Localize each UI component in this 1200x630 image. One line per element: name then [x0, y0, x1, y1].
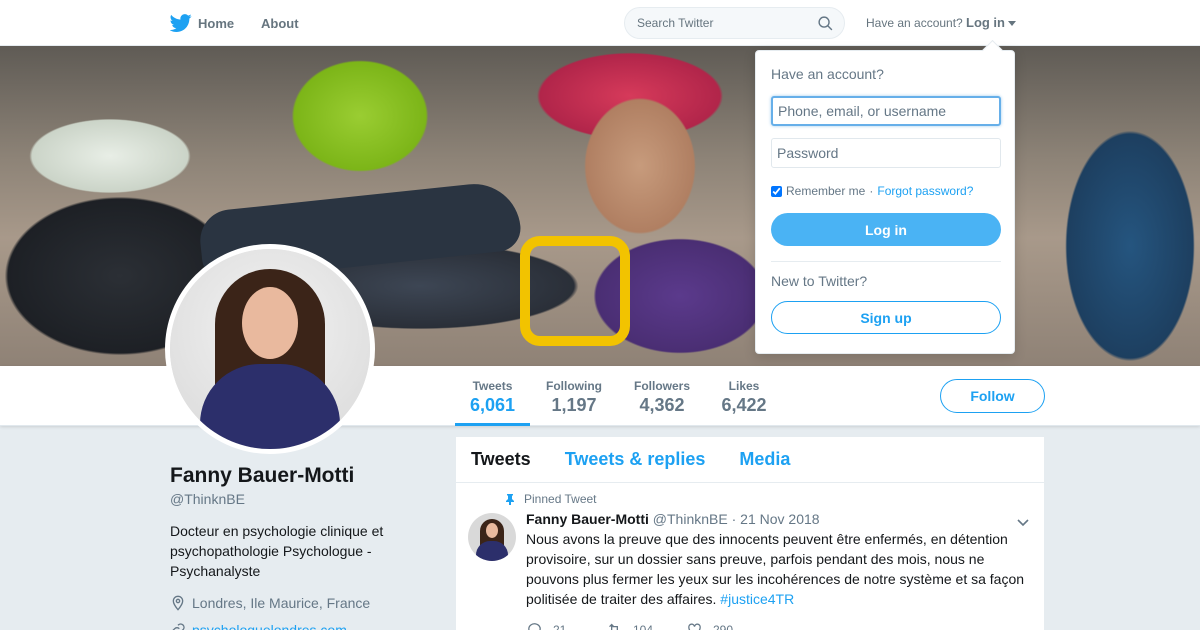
- location-pin-icon: [172, 595, 184, 611]
- tweet-avatar-face: [486, 523, 498, 538]
- profile-location: Londres, Ile Maurice, France: [170, 595, 370, 611]
- link-icon: [172, 623, 185, 630]
- signup-button[interactable]: Sign up: [771, 301, 1001, 334]
- search-box: [624, 7, 845, 39]
- stat-likes-label: Likes: [728, 379, 760, 393]
- stat-tweets-label: Tweets: [472, 379, 513, 393]
- login-link-label: Log in: [966, 15, 1005, 30]
- login-button[interactable]: Log in: [771, 213, 1001, 246]
- retweet-count: 104: [633, 622, 654, 630]
- chevron-down-icon[interactable]: [1016, 515, 1030, 529]
- username-field[interactable]: [771, 96, 1001, 126]
- like-action[interactable]: 290: [686, 621, 766, 630]
- tweet-author-handle[interactable]: @ThinknBE: [653, 511, 728, 527]
- pin-icon: [506, 494, 514, 505]
- twitter-bird-icon: [170, 14, 192, 32]
- have-account-text: Have an account?: [866, 16, 963, 30]
- avatar-body: [200, 364, 340, 449]
- remember-separator: ·: [869, 184, 874, 198]
- tweet-separator: ·: [731, 511, 737, 527]
- profile-bio: Docteur en psychologie clinique et psych…: [170, 523, 384, 579]
- profile-location-text: Londres, Ile Maurice, France: [192, 595, 371, 611]
- tweet-actions: 21 104 290: [526, 621, 766, 630]
- search-icon[interactable]: [817, 15, 834, 32]
- search-input[interactable]: [625, 8, 805, 38]
- dropdown-divider: [771, 261, 1001, 262]
- stat-tweets-value: 6,061: [469, 395, 516, 415]
- reply-action[interactable]: 21: [526, 621, 606, 630]
- profile-avatar[interactable]: [165, 244, 375, 454]
- caret-down-icon: [1008, 21, 1016, 27]
- retweet-action[interactable]: 104: [606, 621, 686, 630]
- remember-label[interactable]: Remember me: [786, 184, 865, 198]
- profile-name[interactable]: Fanny Bauer-Motti: [170, 464, 354, 488]
- pinned-tweet-label: Pinned Tweet: [504, 492, 597, 506]
- nav-about[interactable]: About: [261, 16, 299, 31]
- timeline-tabs: Tweets Tweets & replies Media: [456, 437, 1044, 483]
- stat-following-label: Following: [546, 379, 602, 393]
- forgot-password-link[interactable]: Forgot password?: [877, 184, 973, 198]
- reply-icon: [528, 623, 541, 630]
- stat-likes-value: 6,422: [721, 395, 767, 415]
- reply-count: 21: [553, 622, 567, 630]
- stat-followers[interactable]: Followers 4,362: [628, 366, 696, 426]
- stat-likes[interactable]: Likes 6,422: [712, 366, 776, 426]
- stat-following[interactable]: Following 1,197: [540, 366, 608, 426]
- like-count: 290: [713, 622, 734, 630]
- follow-button[interactable]: Follow: [940, 379, 1045, 413]
- tweet-author-name[interactable]: Fanny Bauer-Motti: [526, 511, 649, 527]
- login-dropdown-toggle[interactable]: Log in: [966, 15, 1016, 30]
- profile-url-text[interactable]: psychologuelondres.com: [192, 622, 347, 630]
- nav-home-label: Home: [198, 15, 235, 31]
- tweet-avatar[interactable]: [468, 513, 516, 561]
- tweet-date[interactable]: 21 Nov 2018: [740, 511, 819, 527]
- tab-media[interactable]: Media: [739, 449, 790, 470]
- profile-handle[interactable]: @ThinknBE: [170, 491, 245, 507]
- tweet-avatar-body: [476, 541, 508, 561]
- remember-checkbox[interactable]: [771, 185, 782, 197]
- stat-followers-value: 4,362: [639, 395, 685, 415]
- password-field[interactable]: [771, 138, 1001, 168]
- tweet-header: Fanny Bauer-Motti @ThinknBE · 21 Nov 201…: [526, 511, 820, 527]
- timeline: Tweets Tweets & replies Media Pinned Twe…: [456, 437, 1044, 630]
- heart-icon: [688, 623, 701, 630]
- tweet-hashtag[interactable]: #justice4TR: [720, 591, 794, 607]
- tab-tweets-replies[interactable]: Tweets & replies: [565, 449, 706, 470]
- remember-row: Remember me · Forgot password?: [771, 184, 973, 198]
- tweet-text: Nous avons la preuve que des innocents p…: [526, 529, 1031, 609]
- top-nav: Home About Have an account? Log in: [0, 0, 1200, 46]
- pinned-tweet-text: Pinned Tweet: [524, 492, 597, 506]
- login-dropdown-title: Have an account?: [771, 66, 884, 82]
- login-dropdown: Have an account? Remember me · Forgot pa…: [755, 50, 1015, 354]
- tab-tweets[interactable]: Tweets: [471, 449, 531, 470]
- avatar-face: [242, 287, 298, 359]
- new-to-twitter-text: New to Twitter?: [771, 273, 868, 289]
- banner-child-seat: [520, 236, 630, 346]
- profile-url[interactable]: psychologuelondres.com: [170, 622, 347, 630]
- stat-tweets[interactable]: Tweets 6,061: [455, 366, 530, 426]
- nav-home[interactable]: Home: [170, 12, 234, 34]
- stat-followers-label: Followers: [633, 379, 690, 393]
- retweet-icon: [609, 623, 618, 630]
- stat-following-value: 1,197: [551, 395, 597, 415]
